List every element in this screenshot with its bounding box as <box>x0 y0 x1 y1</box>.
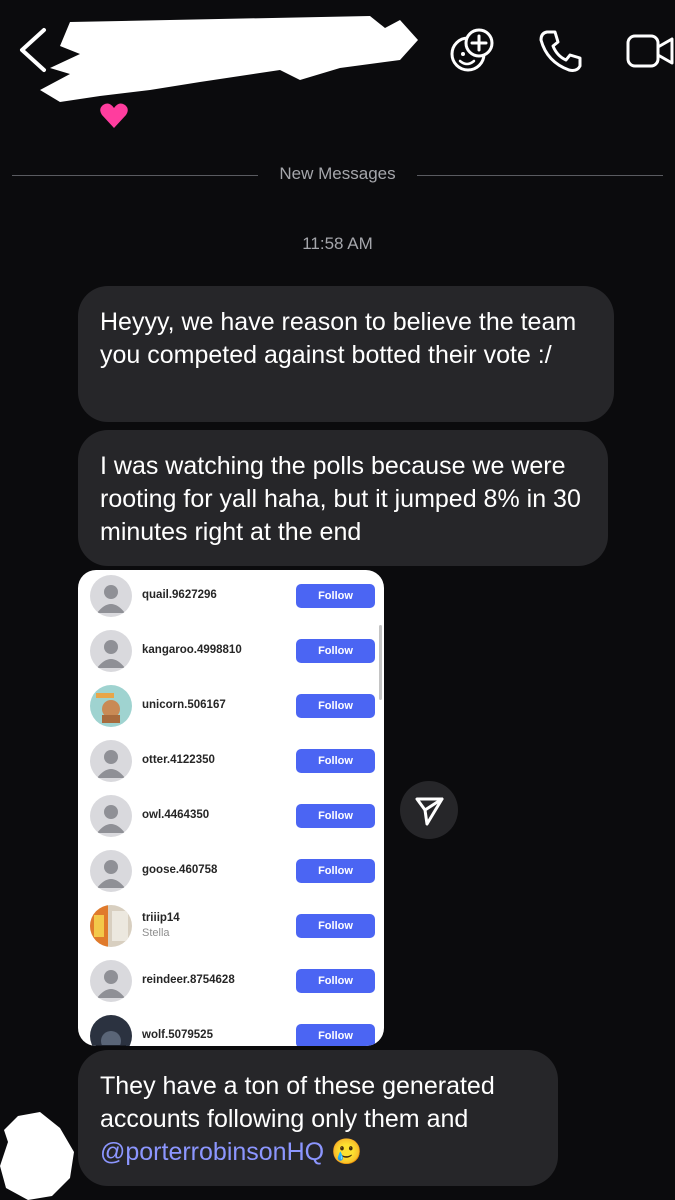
default-avatar-icon <box>90 850 132 892</box>
pink-heart-icon <box>100 103 128 128</box>
chat-header <box>0 0 675 102</box>
account-row: goose.460758 Follow <box>78 845 384 900</box>
account-row: quail.9627296 Follow <box>78 570 384 625</box>
account-row: wolf.5079525 Follow <box>78 1010 384 1046</box>
account-row: triiip14 Stella Follow <box>78 900 384 955</box>
account-username: wolf.5079525 <box>142 1029 213 1041</box>
redaction-scribble <box>40 16 418 102</box>
default-avatar-icon <box>90 630 132 672</box>
follow-button[interactable]: Follow <box>296 859 375 883</box>
new-messages-divider: New Messages <box>0 158 675 194</box>
follow-button[interactable]: Follow <box>296 914 375 938</box>
message-timestamp: 11:58 AM <box>302 234 373 253</box>
follow-button[interactable]: Follow <box>296 694 375 718</box>
default-avatar-icon <box>90 740 132 782</box>
redaction-scribble <box>0 1112 74 1200</box>
default-avatar-icon <box>90 960 132 1002</box>
message-bubble[interactable]: Heyyy, we have reason to believe the tea… <box>78 286 614 422</box>
follow-button[interactable]: Follow <box>296 749 375 773</box>
account-username: owl.4464350 <box>142 809 210 821</box>
follow-button[interactable]: Follow <box>296 1024 375 1046</box>
follow-button[interactable]: Follow <box>296 804 375 828</box>
account-row: unicorn.506167 Follow <box>78 680 384 735</box>
photo-avatar <box>90 1015 132 1046</box>
shared-screenshot[interactable]: quail.9627296 Follow kangaroo.4998810 Fo… <box>78 570 384 1046</box>
account-username: triiip14 <box>142 912 180 924</box>
account-row: reindeer.8754628 Follow <box>78 955 384 1010</box>
divider-line-right <box>417 175 663 176</box>
divider-line-left <box>12 175 258 176</box>
follow-button[interactable]: Follow <box>296 969 375 993</box>
follow-button[interactable]: Follow <box>296 584 375 608</box>
photo-avatar <box>90 905 132 947</box>
divider-label: New Messages <box>279 164 396 183</box>
default-avatar-icon <box>90 795 132 837</box>
account-username: goose.460758 <box>142 864 218 876</box>
message-bubble[interactable]: I was watching the polls because we were… <box>78 430 608 566</box>
account-row: otter.4122350 Follow <box>78 735 384 790</box>
account-username: quail.9627296 <box>142 589 217 601</box>
message-text: They have a ton of these generated accou… <box>100 1072 495 1133</box>
account-username: reindeer.8754628 <box>142 974 235 986</box>
account-row: kangaroo.4998810 Follow <box>78 625 384 680</box>
emoji: 🥲 <box>331 1138 363 1166</box>
follow-button[interactable]: Follow <box>296 639 375 663</box>
account-username: kangaroo.4998810 <box>142 644 242 656</box>
photo-avatar <box>90 685 132 727</box>
account-row: owl.4464350 Follow <box>78 790 384 845</box>
account-display-name: Stella <box>142 927 170 939</box>
account-username: otter.4122350 <box>142 754 215 766</box>
user-mention-link[interactable]: @porterrobinsonHQ <box>100 1138 324 1166</box>
phone-icon[interactable] <box>535 26 585 76</box>
video-camera-icon[interactable] <box>624 26 675 76</box>
message-bubble[interactable]: They have a ton of these generated accou… <box>78 1050 558 1186</box>
share-button[interactable] <box>400 781 458 839</box>
paper-plane-icon <box>415 797 444 826</box>
default-avatar-icon <box>90 575 132 617</box>
account-username: unicorn.506167 <box>142 699 226 711</box>
sticker-add-icon[interactable] <box>448 26 498 76</box>
